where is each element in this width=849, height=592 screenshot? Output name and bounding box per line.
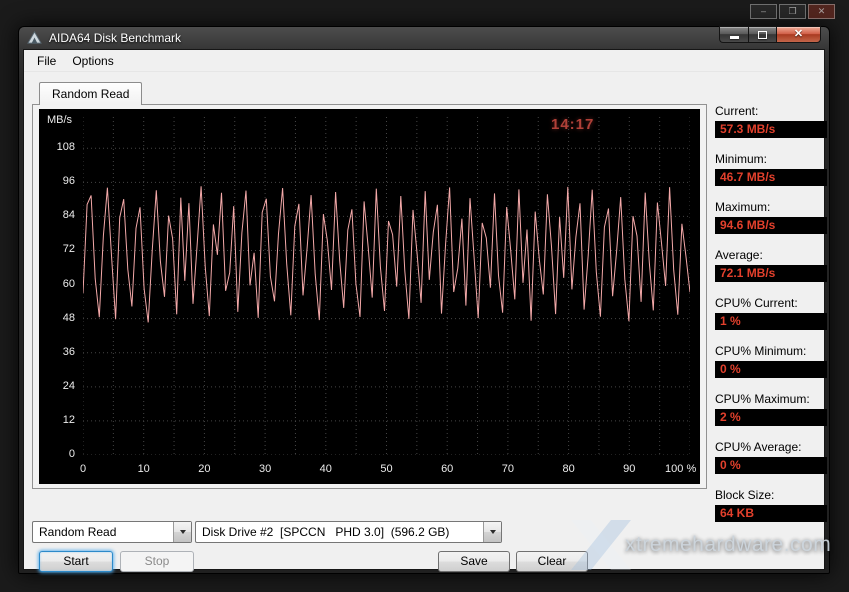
start-button[interactable]: Start xyxy=(39,551,113,572)
chart-svg xyxy=(83,117,690,455)
background-window-controls: – ❐ ✕ xyxy=(750,4,835,19)
maximize-button[interactable] xyxy=(748,26,776,43)
benchmark-type-select[interactable]: Random Read xyxy=(32,521,192,543)
watermark-text: xtremehardware.com xyxy=(625,533,831,557)
bg-maximize-button[interactable]: ❐ xyxy=(779,4,806,19)
window-title: AIDA64 Disk Benchmark xyxy=(49,31,181,45)
menu-file[interactable]: File xyxy=(29,52,64,70)
y-tick-label: 36 xyxy=(39,346,75,358)
y-tick-label: 108 xyxy=(39,141,75,153)
stat-row: Current: 57.3 MB/s xyxy=(715,104,827,138)
x-tick-label: 20 xyxy=(198,463,210,475)
maximize-icon xyxy=(758,31,767,39)
y-tick-label: 24 xyxy=(39,380,75,392)
stat-label: Maximum: xyxy=(715,200,827,214)
menubar: File Options xyxy=(24,50,824,72)
stat-row: CPU% Maximum: 2 % xyxy=(715,392,827,426)
stats-panel: Current: 57.3 MB/s Minimum: 46.7 MB/s Maximu… xyxy=(715,104,827,536)
stat-value: 72.1 MB/s xyxy=(715,265,827,282)
stat-row: CPU% Minimum: 0 % xyxy=(715,344,827,378)
x-tick-label: 30 xyxy=(259,463,271,475)
menu-options[interactable]: Options xyxy=(64,52,121,70)
benchmark-type-value: Random Read xyxy=(33,525,173,539)
titlebar[interactable]: AIDA64 Disk Benchmark ✕ xyxy=(23,27,825,49)
stat-value: 46.7 MB/s xyxy=(715,169,827,186)
stat-label: Current: xyxy=(715,104,827,118)
stat-row: Minimum: 46.7 MB/s xyxy=(715,152,827,186)
y-tick-label: 48 xyxy=(39,312,75,324)
x-tick-label: 50 xyxy=(380,463,392,475)
stop-button[interactable]: Stop xyxy=(120,551,194,572)
tab-random-read[interactable]: Random Read xyxy=(39,82,142,105)
chevron-down-icon xyxy=(180,530,186,534)
disk-drive-select[interactable]: Disk Drive #2 [SPCCN PHD 3.0] (596.2 GB) xyxy=(195,521,502,543)
stat-label: Average: xyxy=(715,248,827,262)
close-button[interactable]: ✕ xyxy=(776,26,821,43)
client-area: File Options Random Read MB/s 14:17 0122… xyxy=(23,49,825,570)
stat-value: 94.6 MB/s xyxy=(715,217,827,234)
aida64-disk-benchmark-window: AIDA64 Disk Benchmark ✕ File Options Ran… xyxy=(18,26,830,574)
x-tick-label: 90 xyxy=(623,463,635,475)
y-tick-label: 60 xyxy=(39,278,75,290)
stat-value: 1 % xyxy=(715,313,827,330)
stat-label: Block Size: xyxy=(715,488,827,502)
minimize-button[interactable] xyxy=(719,26,748,43)
drive-dropdown-button[interactable] xyxy=(483,522,501,542)
stat-value: 57.3 MB/s xyxy=(715,121,827,138)
stat-row: CPU% Average: 0 % xyxy=(715,440,827,474)
x-tick-label: 70 xyxy=(502,463,514,475)
watermark: xtremehardware.com xyxy=(565,516,831,574)
stat-row: CPU% Current: 1 % xyxy=(715,296,827,330)
app-icon xyxy=(27,31,42,45)
tab-panel: MB/s 14:17 01224364860728496108010203040… xyxy=(32,104,707,489)
stat-label: CPU% Minimum: xyxy=(715,344,827,358)
x-tick-label: 10 xyxy=(138,463,150,475)
minimize-icon xyxy=(730,36,739,39)
stat-label: CPU% Current: xyxy=(715,296,827,310)
x-tick-label: 80 xyxy=(562,463,574,475)
close-icon: ✕ xyxy=(794,27,803,42)
x-tick-label: 60 xyxy=(441,463,453,475)
y-axis-unit-label: MB/s xyxy=(47,114,72,126)
x-tick-label: 0 xyxy=(80,463,86,475)
x-tick-label: 100 % xyxy=(665,463,696,475)
save-button[interactable]: Save xyxy=(438,551,510,572)
y-tick-label: 0 xyxy=(39,448,75,460)
benchmark-dropdown-button[interactable] xyxy=(173,522,191,542)
stat-label: CPU% Maximum: xyxy=(715,392,827,406)
chart: MB/s 14:17 01224364860728496108010203040… xyxy=(39,109,700,484)
chart-plot xyxy=(83,117,690,455)
stat-value: 0 % xyxy=(715,361,827,378)
stat-value: 0 % xyxy=(715,457,827,474)
stat-value: 2 % xyxy=(715,409,827,426)
content: Random Read MB/s 14:17 01224364860728496… xyxy=(24,72,824,569)
y-tick-label: 12 xyxy=(39,414,75,426)
bg-minimize-button[interactable]: – xyxy=(750,4,777,19)
y-tick-label: 84 xyxy=(39,209,75,221)
x-tick-label: 40 xyxy=(320,463,332,475)
y-tick-label: 72 xyxy=(39,243,75,255)
stat-row: Average: 72.1 MB/s xyxy=(715,248,827,282)
disk-drive-value: Disk Drive #2 [SPCCN PHD 3.0] (596.2 GB) xyxy=(196,525,483,539)
bg-close-button[interactable]: ✕ xyxy=(808,4,835,19)
chevron-down-icon xyxy=(490,530,496,534)
y-tick-label: 96 xyxy=(39,175,75,187)
stat-row: Maximum: 94.6 MB/s xyxy=(715,200,827,234)
stat-label: CPU% Average: xyxy=(715,440,827,454)
window-controls: ✕ xyxy=(719,26,821,43)
stat-label: Minimum: xyxy=(715,152,827,166)
